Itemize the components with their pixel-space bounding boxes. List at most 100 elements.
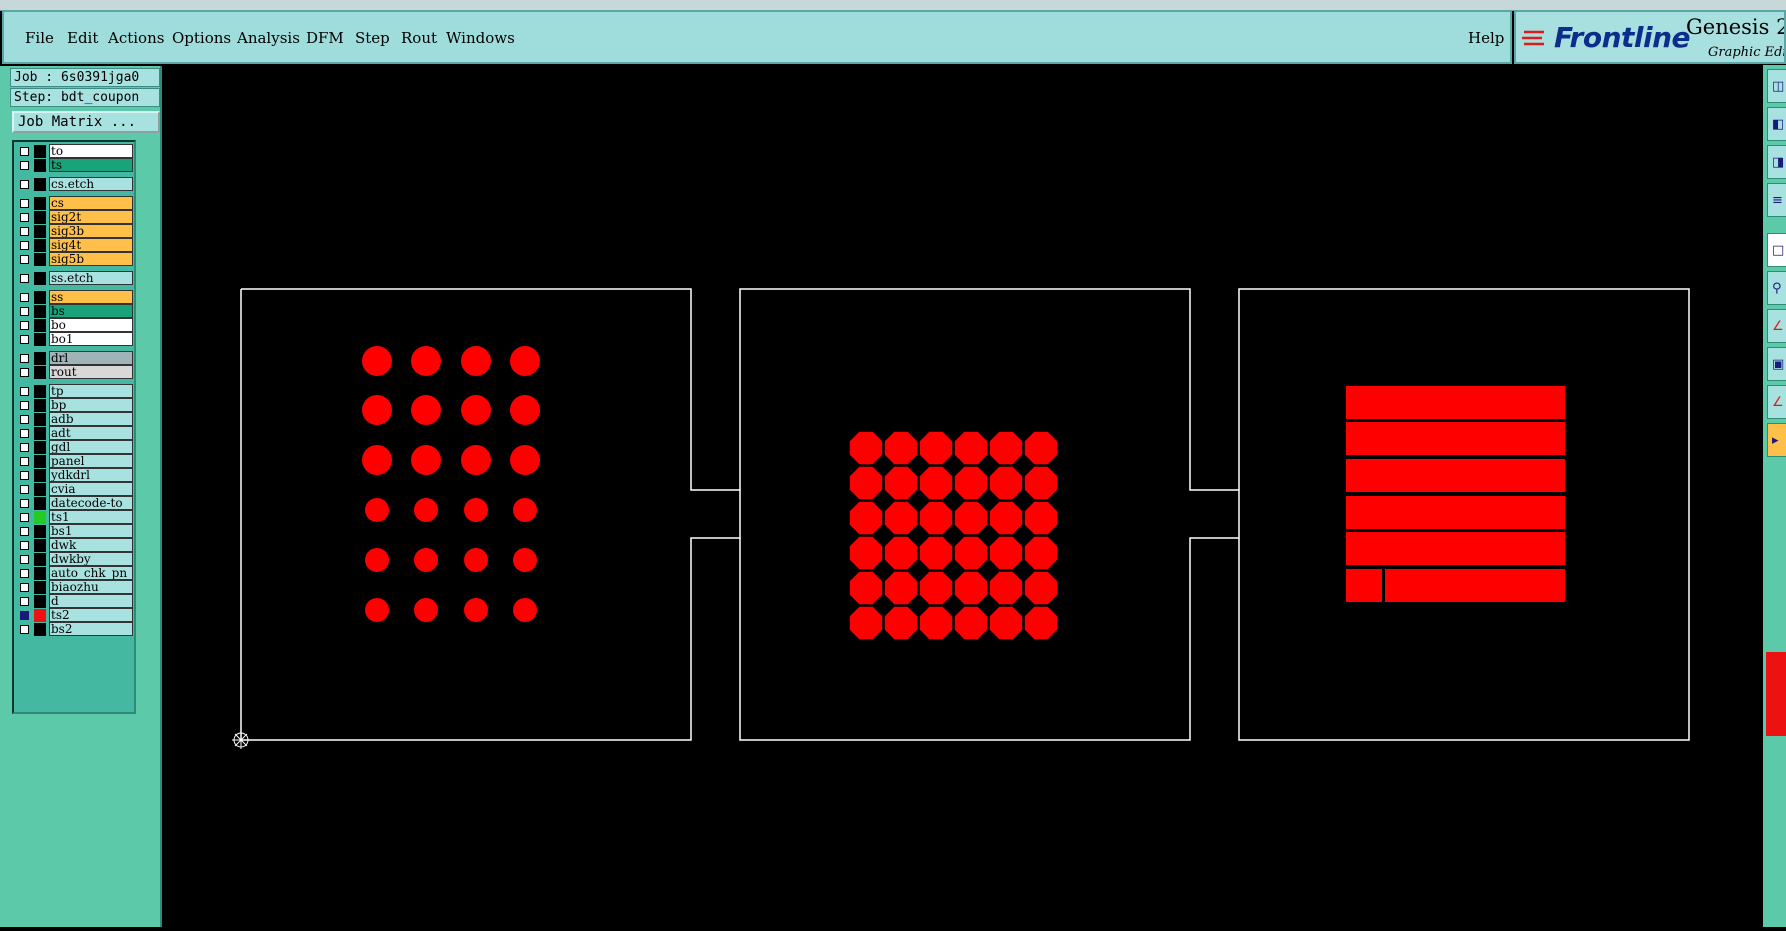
layer-row-ydkdrl[interactable]: ydkdrl <box>16 468 134 483</box>
job-matrix-button[interactable]: Job Matrix ... <box>12 111 160 133</box>
menu-analysis[interactable]: Analysis <box>237 29 300 47</box>
toolbar-button-6[interactable]: ⚲ <box>1767 271 1786 305</box>
layer-checkbox[interactable] <box>20 180 29 189</box>
layer-checkbox[interactable] <box>20 569 29 578</box>
layer-name[interactable]: panel <box>49 454 133 468</box>
layer-checkbox[interactable] <box>20 555 29 564</box>
layer-row-bs1[interactable]: bs1 <box>16 524 134 539</box>
layer-row-dwkby[interactable]: dwkby <box>16 552 134 567</box>
layer-checkbox[interactable] <box>20 255 29 264</box>
layer-name[interactable]: bs2 <box>49 622 133 636</box>
layer-checkbox[interactable] <box>20 597 29 606</box>
layer-name[interactable]: dwk <box>49 538 133 552</box>
layer-row-d[interactable]: d <box>16 594 134 609</box>
layer-checkbox[interactable] <box>20 199 29 208</box>
layer-checkbox[interactable] <box>20 213 29 222</box>
menu-options[interactable]: Options <box>172 29 231 47</box>
layer-row-bs[interactable]: bs <box>16 304 134 319</box>
layer-name[interactable]: ydkdrl <box>49 468 133 482</box>
layer-row-bo1[interactable]: bo1 <box>16 332 134 347</box>
layer-row-auto_chk_pn[interactable]: auto_chk_pn <box>16 566 134 581</box>
toolbar-button-7[interactable]: ∠ <box>1767 309 1786 343</box>
layer-name[interactable]: gdl <box>49 440 133 454</box>
menu-dfm[interactable]: DFM <box>306 29 344 47</box>
layer-row-to[interactable]: to <box>16 144 134 159</box>
layer-checkbox[interactable] <box>20 321 29 330</box>
layer-checkbox[interactable] <box>20 625 29 634</box>
layer-name[interactable]: bs <box>49 304 133 318</box>
layer-row-bo[interactable]: bo <box>16 318 134 333</box>
layer-name[interactable]: bo1 <box>49 332 133 346</box>
layer-checkbox[interactable] <box>20 485 29 494</box>
layer-name[interactable]: adb <box>49 412 133 426</box>
layer-name[interactable]: ss <box>49 290 133 304</box>
toolbar-button-2[interactable]: ◧ <box>1767 107 1786 141</box>
layer-row-dwk[interactable]: dwk <box>16 538 134 553</box>
layer-checkbox[interactable] <box>20 368 29 377</box>
layer-checkbox[interactable] <box>20 147 29 156</box>
layer-checkbox[interactable] <box>20 354 29 363</box>
layer-checkbox[interactable] <box>20 401 29 410</box>
layer-checkbox[interactable] <box>20 429 29 438</box>
layer-row-sig5b[interactable]: sig5b <box>16 252 134 267</box>
layer-name[interactable]: bs1 <box>49 524 133 538</box>
layer-name[interactable]: drl <box>49 351 133 365</box>
layer-name[interactable]: cs <box>49 196 133 210</box>
layer-name[interactable]: dwkby <box>49 552 133 566</box>
layer-name[interactable]: ts1 <box>49 510 133 524</box>
layer-name[interactable]: bp <box>49 398 133 412</box>
layer-name[interactable]: sig4t <box>49 238 133 252</box>
layer-name[interactable]: adt <box>49 426 133 440</box>
layer-row-ss.etch[interactable]: ss.etch <box>16 271 134 286</box>
layer-row-sig3b[interactable]: sig3b <box>16 224 134 239</box>
layer-row-sig2t[interactable]: sig2t <box>16 210 134 225</box>
layer-checkbox[interactable] <box>20 611 29 620</box>
toolbar-button-5[interactable]: □ <box>1767 233 1786 267</box>
layer-checkbox[interactable] <box>20 161 29 170</box>
layer-row-adt[interactable]: adt <box>16 426 134 441</box>
menu-step[interactable]: Step <box>355 29 390 47</box>
layer-row-adb[interactable]: adb <box>16 412 134 427</box>
layer-row-cs.etch[interactable]: cs.etch <box>16 177 134 192</box>
menu-rout[interactable]: Rout <box>401 29 437 47</box>
layer-row-panel[interactable]: panel <box>16 454 134 469</box>
layer-row-cvia[interactable]: cvia <box>16 482 134 497</box>
toolbar-button-4[interactable]: ≡ <box>1767 183 1786 217</box>
layer-name[interactable]: sig2t <box>49 210 133 224</box>
layer-checkbox[interactable] <box>20 457 29 466</box>
layer-name[interactable]: ts <box>49 158 133 172</box>
layer-row-cs[interactable]: cs <box>16 196 134 211</box>
layer-row-tp[interactable]: tp <box>16 384 134 399</box>
layer-row-bp[interactable]: bp <box>16 398 134 413</box>
layer-row-gdl[interactable]: gdl <box>16 440 134 455</box>
layer-row-bs2[interactable]: bs2 <box>16 622 134 637</box>
layer-checkbox[interactable] <box>20 387 29 396</box>
layer-checkbox[interactable] <box>20 443 29 452</box>
layer-checkbox[interactable] <box>20 227 29 236</box>
layer-name[interactable]: datecode-to <box>49 496 133 510</box>
toolbar-button-9[interactable]: ∠ <box>1767 385 1786 419</box>
layer-name[interactable]: ss.etch <box>49 271 133 285</box>
layer-row-biaozhu[interactable]: biaozhu <box>16 580 134 595</box>
layer-row-ts1[interactable]: ts1 <box>16 510 134 525</box>
menu-help[interactable]: Help <box>1468 29 1504 47</box>
layer-row-rout[interactable]: rout <box>16 365 134 380</box>
layer-checkbox[interactable] <box>20 274 29 283</box>
menu-windows[interactable]: Windows <box>446 29 515 47</box>
layer-checkbox[interactable] <box>20 499 29 508</box>
toolbar-button-10[interactable]: ▸ <box>1767 423 1786 457</box>
menu-actions[interactable]: Actions <box>108 29 164 47</box>
layer-name[interactable]: auto_chk_pn <box>49 566 133 580</box>
menu-edit[interactable]: Edit <box>67 29 98 47</box>
layer-name[interactable]: biaozhu <box>49 580 133 594</box>
toolbar-button-8[interactable]: ▣ <box>1767 347 1786 381</box>
layer-checkbox[interactable] <box>20 471 29 480</box>
graphic-canvas[interactable] <box>163 65 1763 927</box>
layer-row-datecode-to[interactable]: datecode-to <box>16 496 134 511</box>
layer-row-sig4t[interactable]: sig4t <box>16 238 134 253</box>
layer-name[interactable]: d <box>49 594 133 608</box>
layer-name[interactable]: sig3b <box>49 224 133 238</box>
layer-name[interactable]: cvia <box>49 482 133 496</box>
toolbar-button-3[interactable]: ◨ <box>1767 145 1786 179</box>
layer-checkbox[interactable] <box>20 307 29 316</box>
